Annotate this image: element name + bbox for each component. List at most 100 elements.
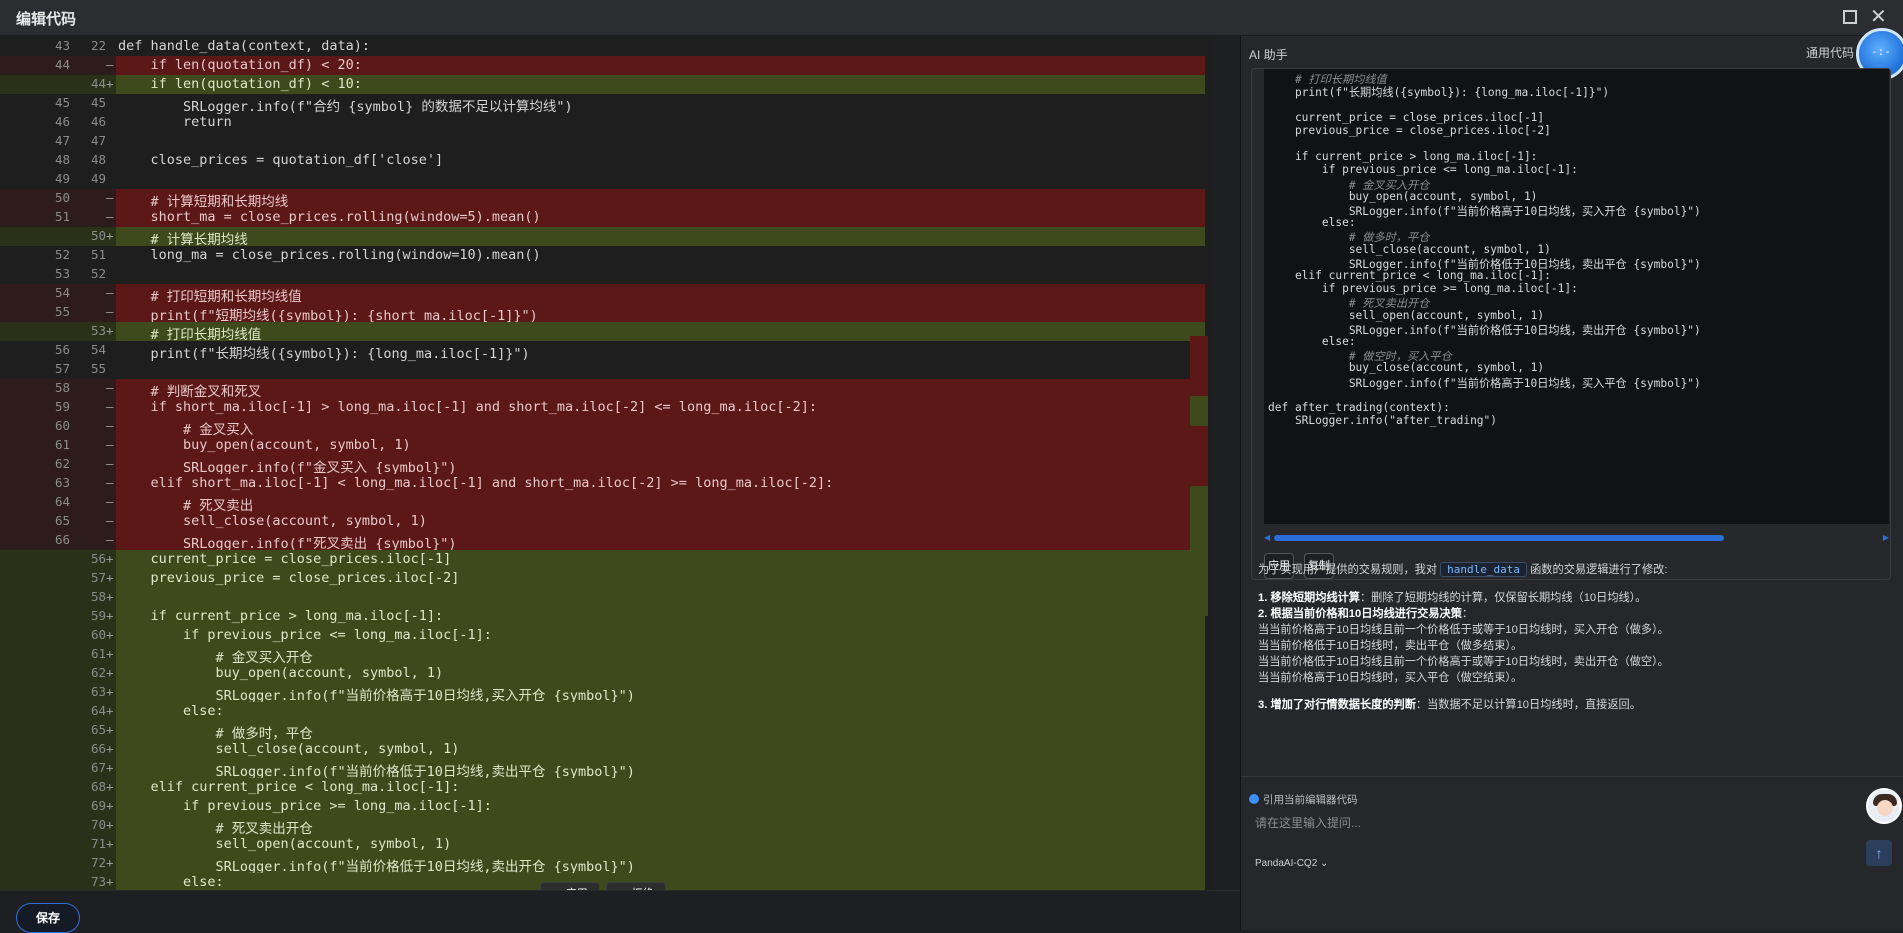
context-line[interactable]: 56 54 print(f"长期均线({symbol}): {long_ma.il… xyxy=(0,341,1205,362)
code-text: if previous_price >= long_ma.iloc[-1]: xyxy=(118,798,492,814)
context-line[interactable]: 49 49 xyxy=(0,170,1205,189)
added-line[interactable]: 71 + sell_open(account, symbol, 1) xyxy=(0,835,1205,854)
check-icon[interactable] xyxy=(1249,794,1259,804)
added-line[interactable]: 72 + SRLogger.info(f"当前价格低于10日均线,卖出开仓 {sy… xyxy=(0,854,1205,875)
accept-change-button[interactable]: ✓ 应用 xyxy=(540,882,600,890)
deleted-line[interactable]: 55 — print(f"短期均线({symbol}): {short_ma.il… xyxy=(0,303,1205,324)
deleted-line[interactable]: 54 — # 打印短期和长期均线值 xyxy=(0,284,1205,305)
context-line[interactable]: 46 46 return xyxy=(0,113,1205,132)
deleted-line[interactable]: 61 — buy_open(account, symbol, 1) xyxy=(0,436,1205,455)
added-line[interactable]: 67 + SRLogger.info(f"当前价格低于10日均线,卖出平仓 {sy… xyxy=(0,759,1205,780)
explanation-point-1: 1. 移除短期均线计算：删除了短期均线的计算，仅保留长期均线（10日均线）。 xyxy=(1258,592,1647,604)
deleted-line[interactable]: 50 — # 计算短期和长期均线 xyxy=(0,189,1205,210)
new-line-number: 45 xyxy=(90,95,106,110)
code-mode-label[interactable]: 通用代码 xyxy=(1806,44,1854,61)
deleted-line[interactable]: 66 — SRLogger.info(f"死叉卖出 {symbol}") xyxy=(0,531,1205,552)
scroll-right-icon[interactable]: ▶ xyxy=(1883,533,1889,542)
old-line-number: 54 xyxy=(54,285,70,300)
added-line[interactable]: 64 + else: xyxy=(0,702,1205,721)
old-line-number: 60 xyxy=(54,418,70,433)
added-line[interactable]: 61 + # 金叉买入开仓 xyxy=(0,645,1205,666)
added-line[interactable]: 58 + xyxy=(0,588,1205,607)
added-line[interactable]: 73 + else: xyxy=(0,873,1205,890)
code-text: # 金叉买入 xyxy=(118,422,254,438)
new-line-number: 64 xyxy=(90,703,106,718)
close-icon[interactable]: ✕ xyxy=(1870,6,1887,28)
diff-marker: + xyxy=(106,760,114,775)
added-line[interactable]: 68 + elif current_price < long_ma.iloc[-1… xyxy=(0,778,1205,797)
deleted-line[interactable]: 44 — if len(quotation_df) < 20: xyxy=(0,56,1205,75)
deleted-line[interactable]: 51 — short_ma = close_prices.rolling(wind… xyxy=(0,208,1205,227)
code-text: # 金叉买入开仓 xyxy=(118,650,313,666)
deleted-line[interactable]: 63 — elif short_ma.iloc[-1] < long_ma.ilo… xyxy=(0,474,1205,493)
added-line[interactable]: 56 + current_price = close_prices.iloc[-1… xyxy=(0,550,1205,569)
new-line-number: 51 xyxy=(90,247,106,262)
new-line-number: 59 xyxy=(90,608,106,623)
new-line-number: 71 xyxy=(90,836,106,851)
added-line[interactable]: 62 + buy_open(account, symbol, 1) xyxy=(0,664,1205,683)
context-line[interactable]: 45 45 SRLogger.info(f"合约 {symbol} 的数据不足以计… xyxy=(0,94,1205,115)
old-line-number: 44 xyxy=(54,57,70,72)
explanation-line: 当当前价格高于10日均线时，买入平仓（做空结束）。 xyxy=(1258,672,1523,684)
deleted-line[interactable]: 59 — if short_ma.iloc[-1] > long_ma.iloc[… xyxy=(0,398,1205,417)
save-button[interactable]: 保存 xyxy=(16,903,80,933)
deleted-line[interactable]: 65 — sell_close(account, symbol, 1) xyxy=(0,512,1205,531)
deleted-line[interactable]: 60 — # 金叉买入 xyxy=(0,417,1205,438)
added-line[interactable]: 60 + if previous_price <= long_ma.iloc[-1… xyxy=(0,626,1205,645)
code-text: if short_ma.iloc[-1] > long_ma.iloc[-1] … xyxy=(118,399,817,415)
added-line[interactable]: 69 + if previous_price >= long_ma.iloc[-1… xyxy=(0,797,1205,816)
maximize-icon[interactable] xyxy=(1843,10,1857,24)
code-text: # 死叉卖出 xyxy=(118,498,254,514)
code-text: buy_open(account, symbol, 1) xyxy=(118,437,411,453)
diff-marker: — xyxy=(106,57,114,72)
code-text: print(f"短期均线({symbol}): {short_ma.iloc[-… xyxy=(118,308,538,324)
diff-marker: + xyxy=(106,779,114,794)
old-line-number: 57 xyxy=(54,361,70,376)
context-line[interactable]: 48 48 close_prices = quotation_df['close'… xyxy=(0,151,1205,170)
new-line-number: 73 xyxy=(90,874,106,889)
added-line[interactable]: 50 + # 计算长期均线 xyxy=(0,227,1205,248)
user-avatar-icon[interactable] xyxy=(1866,788,1902,824)
code-text: # 计算长期均线 xyxy=(118,232,248,248)
diff-editor[interactable]: 43 22 def handle_data(context, data): 44— i… xyxy=(0,36,1212,890)
deleted-line[interactable]: 62 — SRLogger.info(f"金叉买入 {symbol}") xyxy=(0,455,1205,476)
new-line-number: 57 xyxy=(90,570,106,585)
deleted-line[interactable]: 58 — # 判断金叉和死叉 xyxy=(0,379,1205,400)
context-line[interactable]: 52 51 long_ma = close_prices.rolling(wind… xyxy=(0,246,1205,265)
added-line[interactable]: 57 + previous_price = close_prices.iloc[-… xyxy=(0,569,1205,588)
added-line[interactable]: 44 + if len(quotation_df) < 10: xyxy=(0,75,1205,94)
scrollbar-thumb[interactable] xyxy=(1274,535,1724,541)
suggested-code-block[interactable]: # 打印长期均线值 print(f"长期均线({symbol}): {long_… xyxy=(1264,69,1889,524)
context-line[interactable]: 53 52 xyxy=(0,265,1205,284)
deleted-line[interactable]: 64 — # 死叉卖出 xyxy=(0,493,1205,514)
new-line-number: 44 xyxy=(90,76,106,91)
context-line[interactable]: 57 55 xyxy=(0,360,1205,379)
added-line[interactable]: 65 + # 做多时，平仓 xyxy=(0,721,1205,742)
context-line[interactable]: 43 22 def handle_data(context, data): xyxy=(0,37,1205,56)
code-text: return xyxy=(118,114,232,130)
diff-marker: — xyxy=(106,190,114,205)
editor-minimap[interactable] xyxy=(1190,336,1212,616)
added-line[interactable]: 59 + if current_price > long_ma.iloc[-1]: xyxy=(0,607,1205,626)
code-text: previous_price = close_prices.iloc[-2] xyxy=(118,570,460,586)
added-line[interactable]: 53 + # 打印长期均线值 xyxy=(0,322,1205,343)
code-horizontal-scrollbar[interactable]: ◀ ▶ xyxy=(1264,533,1889,543)
scroll-left-icon[interactable]: ◀ xyxy=(1264,533,1270,542)
code-text: print(f"长期均线({symbol}): {long_ma.iloc[-1… xyxy=(118,346,530,362)
send-icon[interactable]: ↑ xyxy=(1866,840,1892,866)
reject-change-button[interactable]: ✕ 拒绝 xyxy=(606,882,666,890)
added-line[interactable]: 63 + SRLogger.info(f"当前价格高于10日均线,买入开仓 {sy… xyxy=(0,683,1205,704)
suggested-code-line: buy_open(account, symbol, 1) xyxy=(1268,189,1538,203)
added-line[interactable]: 70 + # 死叉卖出开仓 xyxy=(0,816,1205,837)
new-line-number: 54 xyxy=(90,342,106,357)
added-line[interactable]: 66 + sell_close(account, symbol, 1) xyxy=(0,740,1205,759)
question-input[interactable]: 请在这里输入提问... xyxy=(1255,814,1361,831)
quote-editor-code-toggle[interactable]: 引用当前编辑器代码 xyxy=(1249,792,1358,807)
new-line-number: 61 xyxy=(90,646,106,661)
model-selector[interactable]: PandaAI-CQ2 ⌄ xyxy=(1255,858,1328,869)
suggested-code-line: if current_price > long_ma.iloc[-1]: xyxy=(1268,150,1538,164)
new-line-number: 60 xyxy=(90,627,106,642)
old-line-number: 45 xyxy=(54,95,70,110)
context-line[interactable]: 47 47 xyxy=(0,132,1205,151)
diff-marker: + xyxy=(106,76,114,91)
